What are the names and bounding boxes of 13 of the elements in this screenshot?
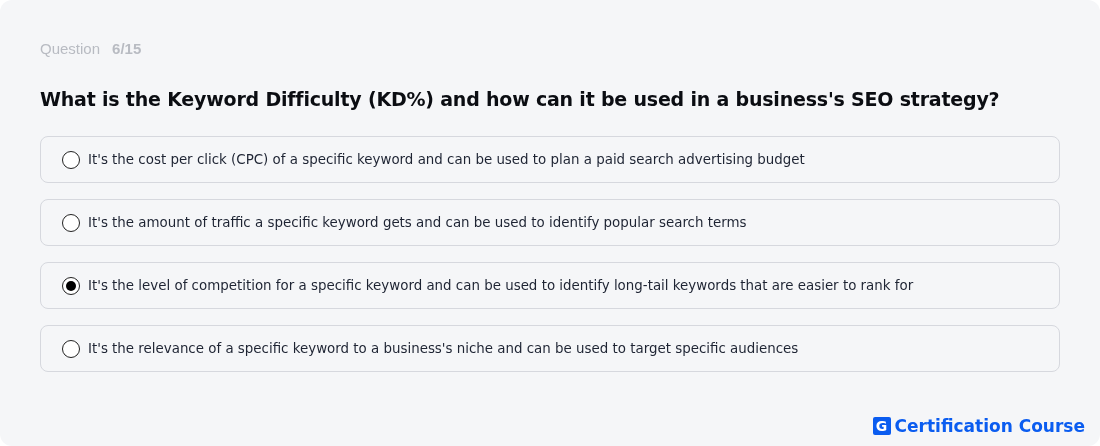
question-text: What is the Keyword Difficulty (KD%) and how can it be used in a business's SEO strategy? — [40, 88, 1001, 110]
answer-option[interactable]: It's the level of competition for a specific keyword and can be used to identify long-tail keywords that are easier to rank for — [40, 262, 1060, 309]
brand-logo: G — [872, 417, 891, 435]
answer-option[interactable]: It's the relevance of a specific keyword to a business's niche and can be used to target specific audiences — [40, 325, 1060, 372]
radio-button[interactable] — [62, 339, 80, 358]
answer-option[interactable]: It's the amount of traffic a specific keyword gets and can be used to identify popular search terms — [40, 199, 1060, 246]
question-label: Question — [40, 40, 101, 58]
radio-button[interactable] — [62, 213, 80, 232]
radio-button[interactable] — [62, 276, 80, 295]
radio-button[interactable] — [62, 150, 80, 169]
answer-option[interactable]: It's the cost per click (CPC) of a specific keyword and can be used to plan a paid search advertising budget — [40, 136, 1060, 183]
brand-name: Certification Course — [894, 416, 1085, 436]
question-counter: 6/15 — [112, 40, 142, 58]
